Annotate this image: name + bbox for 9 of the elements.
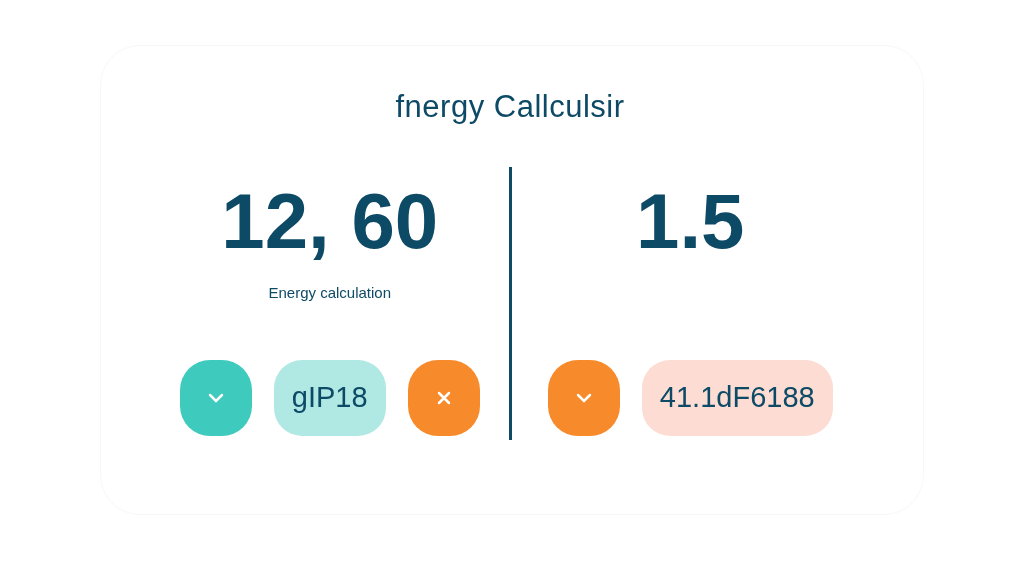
app-title: fnergy Callculsir xyxy=(394,88,626,126)
expand-button[interactable] xyxy=(179,360,252,437)
close-button[interactable] xyxy=(407,360,480,437)
result-value: 12, 60 xyxy=(221,182,439,261)
result-caption: Energy calculation xyxy=(268,283,392,303)
value-chip[interactable]: 41.1dF6188 xyxy=(641,360,833,437)
value-chip[interactable]: gIP18 xyxy=(273,360,386,437)
expand-button[interactable] xyxy=(547,360,620,437)
result-value: 1.5 xyxy=(636,182,745,261)
